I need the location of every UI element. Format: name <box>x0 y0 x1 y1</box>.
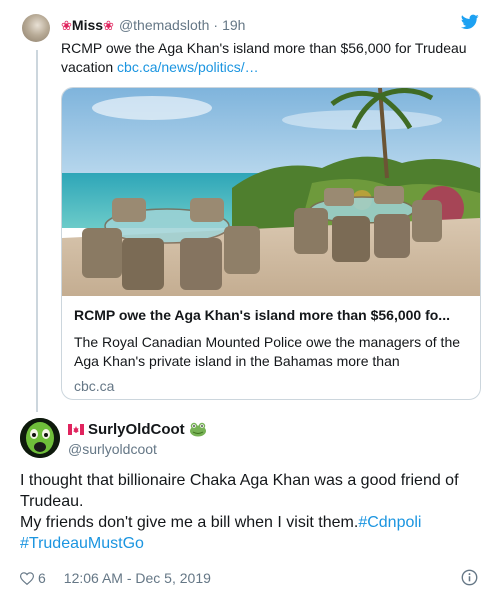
quoted-tweet-link[interactable]: cbc.ca/news/politics/… <box>117 59 259 75</box>
tweet-text-line3: #TrudeauMustGo <box>20 533 480 554</box>
hashtag-cdnpoli[interactable]: #Cdnpoli <box>358 514 421 531</box>
info-icon[interactable] <box>461 569 478 586</box>
like-count[interactable]: 6 <box>38 570 46 586</box>
card-image[interactable] <box>62 88 480 296</box>
hashtag-trudeaumustgo[interactable]: #TrudeauMustGo <box>20 535 144 552</box>
link-preview-card[interactable]: RCMP owe the Aga Khan's island more than… <box>61 87 481 400</box>
tweet-text: I thought that billionaire Chaka Aga Kha… <box>20 470 480 554</box>
quoted-tweet-time[interactable]: 19h <box>222 17 245 33</box>
quoted-author-avatar[interactable] <box>22 14 50 42</box>
maple-leaf-icon: ❀ <box>103 17 114 33</box>
author-avatar[interactable] <box>20 418 60 458</box>
author-name-row: SurlyOldCoot <box>68 418 207 440</box>
card-body: RCMP owe the Aga Khan's island more than… <box>74 306 472 396</box>
frog-emoji-icon <box>189 422 206 437</box>
author-handle[interactable]: @surlyoldcoot <box>68 441 207 457</box>
author-name[interactable]: SurlyOldCoot <box>88 421 185 438</box>
quoted-author-name[interactable]: Miss <box>72 17 103 33</box>
card-title[interactable]: RCMP owe the Aga Khan's island more than… <box>74 306 472 325</box>
canada-flag-icon <box>68 423 84 435</box>
quoted-author-handle[interactable]: @themadsloth <box>119 17 209 33</box>
quoted-tweet-text: RCMP owe the Aga Khan's island more than… <box>61 39 481 77</box>
tweet-text-body2: My friends don't give me a bill when I v… <box>20 514 359 531</box>
author-block: SurlyOldCoot @surlyoldcoot <box>68 418 207 457</box>
quoted-tweet-header: ❀ Miss ❀ @themadsloth · 19h <box>61 15 245 35</box>
tweet-footer: 6 12:06 AM - Dec 5, 2019 <box>20 568 480 588</box>
maple-leaf-icon: ❀ <box>61 17 72 33</box>
twitter-bird-icon[interactable] <box>461 14 479 30</box>
heart-icon[interactable] <box>20 571 34 585</box>
avatar-image <box>20 418 60 458</box>
thread-line <box>36 50 38 412</box>
card-description: The Royal Canadian Mounted Police owe th… <box>74 334 461 369</box>
tweet-text-line2: My friends don't give me a bill when I v… <box>20 512 480 533</box>
tweet-text-line1: I thought that billionaire Chaka Aga Kha… <box>20 472 459 510</box>
card-domain: cbc.ca <box>74 378 115 394</box>
tweet-timestamp[interactable]: 12:06 AM - Dec 5, 2019 <box>64 570 211 586</box>
separator-dot: · <box>213 17 219 33</box>
